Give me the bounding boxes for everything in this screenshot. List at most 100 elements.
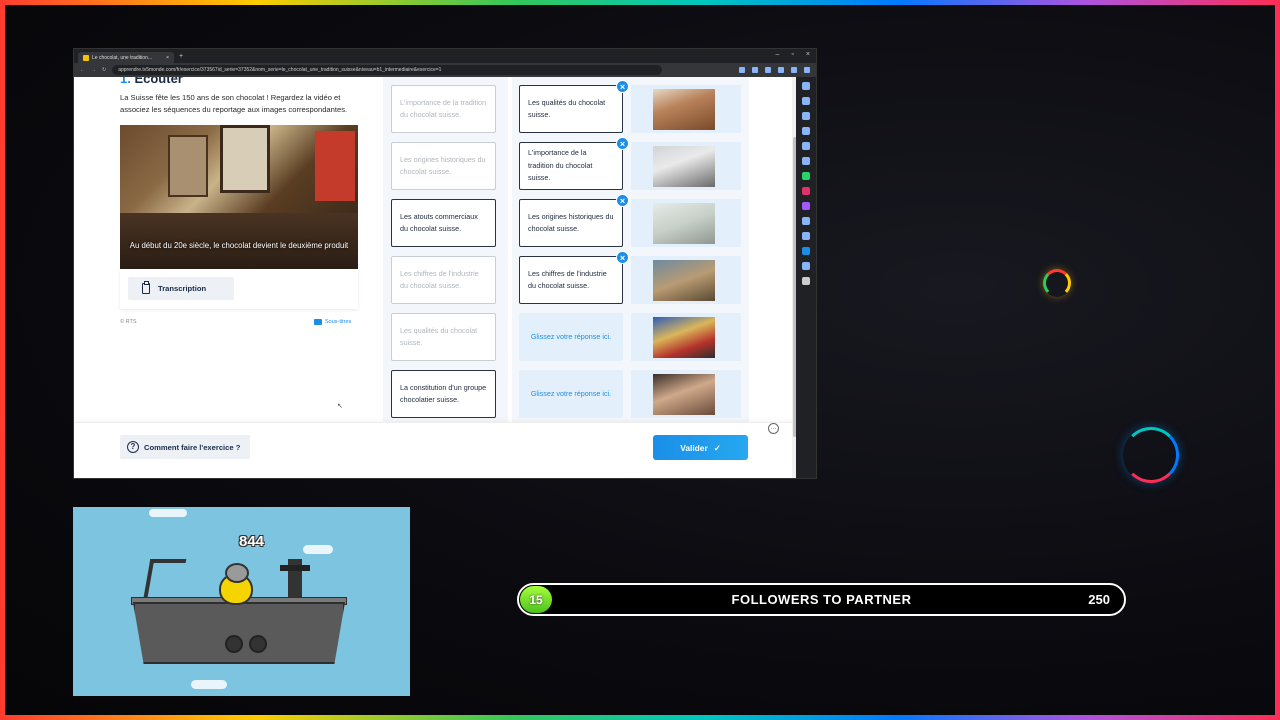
answer-text: Les origines historiques du chocolat sui… xyxy=(528,211,614,233)
answers-panel: Les qualités du chocolat suisse. × L'imp… xyxy=(512,77,749,422)
factory-interior-image xyxy=(653,203,715,244)
choice-text: Les origines historiques du chocolat sui… xyxy=(400,154,486,176)
back-icon[interactable]: ← xyxy=(80,67,85,73)
image-cell xyxy=(631,313,741,361)
address-bar: ← → ↻ apprendre.tv5monde.com/fr/exercice… xyxy=(74,63,816,77)
choice-card[interactable]: Les chiffres de l'industrie du chocolat … xyxy=(391,256,496,304)
tools-icon[interactable] xyxy=(802,142,810,150)
zoom-icon[interactable] xyxy=(752,67,758,73)
choice-card[interactable]: L'importance de la tradition du chocolat… xyxy=(391,85,496,133)
star-icon[interactable] xyxy=(765,67,771,73)
woman-interview-image xyxy=(653,374,715,415)
close-window-button[interactable]: × xyxy=(806,51,810,58)
image-cell xyxy=(631,370,741,418)
chart-icon[interactable] xyxy=(802,217,810,225)
choice-card[interactable]: La constitution d'un groupe chocolatier … xyxy=(391,370,496,418)
submit-button[interactable]: Valider ✓ xyxy=(653,435,748,460)
transcription-button[interactable]: Transcription xyxy=(128,277,234,300)
url-text: apprendre.tv5monde.com/fr/exercice/37356… xyxy=(118,67,442,73)
answer-slot[interactable]: Les chiffres de l'industrie du chocolat … xyxy=(519,251,629,304)
answer-slot[interactable]: Les origines historiques du chocolat sui… xyxy=(519,194,629,247)
answer-drop-zone[interactable]: Glissez votre réponse ici. xyxy=(519,370,623,418)
answer-slot[interactable]: L'importance de la tradition du chocolat… xyxy=(519,137,629,190)
decorative-ring xyxy=(1043,269,1071,297)
porthole xyxy=(249,635,267,653)
question-icon: ? xyxy=(127,441,139,453)
remove-answer-icon[interactable]: × xyxy=(616,137,629,150)
exercise-footer: ? Comment faire l'exercice ? Valider ✓ … xyxy=(74,422,798,478)
new-tab-button[interactable]: + xyxy=(179,53,183,60)
extension-icons xyxy=(739,67,810,73)
mouse-cursor-icon: ↖ xyxy=(337,403,343,410)
choice-text: Les qualités du chocolat suisse. xyxy=(400,325,478,347)
menu-icon[interactable] xyxy=(804,67,810,73)
exercise-intro: La Suisse fête les 150 ans de son chocol… xyxy=(120,93,348,114)
reading-list-icon[interactable] xyxy=(802,97,810,105)
remove-answer-icon[interactable]: × xyxy=(616,251,629,264)
subtitles-link[interactable]: Sous-titres xyxy=(314,319,351,325)
translate-icon[interactable] xyxy=(739,67,745,73)
choice-text: Les atouts commerciaux du chocolat suiss… xyxy=(400,211,478,233)
minimize-button[interactable]: – xyxy=(776,51,780,58)
reload-icon[interactable]: ↻ xyxy=(102,67,106,73)
tab-close-icon[interactable]: × xyxy=(166,55,169,61)
notes-icon[interactable] xyxy=(802,157,810,165)
video-player[interactable]: Au début du 20e siècle, le chocolat devi… xyxy=(120,125,358,269)
game-overlay: 844 xyxy=(73,507,410,696)
arrows-icon[interactable] xyxy=(802,247,810,255)
tab-bar: Le chocolat, une tradition... × + – ▫ × xyxy=(74,49,816,63)
shopping-icon[interactable] xyxy=(802,127,810,135)
choice-text: La constitution d'un groupe chocolatier … xyxy=(400,382,487,404)
help-button[interactable]: ? Comment faire l'exercice ? xyxy=(120,435,250,459)
cloud-shape xyxy=(191,680,227,689)
choice-card[interactable]: Les origines historiques du chocolat sui… xyxy=(391,142,496,190)
followers-label: FOLLOWERS TO PARTNER xyxy=(731,592,912,607)
check-icon: ✓ xyxy=(713,442,721,453)
cloud-shape xyxy=(303,545,333,554)
profile-icon[interactable] xyxy=(791,67,797,73)
video-caption: Au début du 20e siècle, le chocolat devi… xyxy=(129,241,349,250)
help-label: Comment faire l'exercice ? xyxy=(144,442,241,452)
video-scene-frame xyxy=(315,131,355,201)
answer-slot[interactable]: Les qualités du chocolat suisse. × xyxy=(519,80,629,133)
game-score: 844 xyxy=(239,533,265,550)
messenger-icon[interactable] xyxy=(802,202,810,210)
choice-card[interactable]: Les qualités du chocolat suisse. xyxy=(391,313,496,361)
forward-icon[interactable]: → xyxy=(91,67,96,73)
treadmill-icon xyxy=(143,559,187,597)
stream-background: Le chocolat, une tradition... × + – ▫ × … xyxy=(5,5,1275,715)
cloud-shape xyxy=(149,509,187,517)
instagram-icon[interactable] xyxy=(802,187,810,195)
image-cell xyxy=(631,85,741,133)
remove-answer-icon[interactable]: × xyxy=(616,194,629,207)
pages-icon[interactable] xyxy=(802,262,810,270)
add-icon[interactable] xyxy=(802,277,810,285)
choice-card[interactable]: Les atouts commerciaux du chocolat suiss… xyxy=(391,199,496,247)
ship-hull xyxy=(133,602,345,664)
browser-window: Le chocolat, une tradition... × + – ▫ × … xyxy=(73,48,817,479)
cube-icon[interactable] xyxy=(802,112,810,120)
answer-drop-zone[interactable]: Glissez votre réponse ici. xyxy=(519,313,623,361)
browser-sidebar xyxy=(796,77,816,478)
decorative-ring xyxy=(1123,427,1179,483)
cows-field-image xyxy=(653,260,715,301)
drop-zone-text: Glissez votre réponse ici. xyxy=(530,388,612,398)
remove-answer-icon[interactable]: × xyxy=(616,80,629,93)
followers-goal-bar: 15 FOLLOWERS TO PARTNER 250 xyxy=(517,583,1126,616)
url-field[interactable]: apprendre.tv5monde.com/fr/exercice/37356… xyxy=(112,65,663,75)
bookmark-icon[interactable] xyxy=(802,82,810,90)
image-cell xyxy=(631,256,741,304)
chat-icon[interactable]: … xyxy=(768,423,779,434)
extension-icon[interactable] xyxy=(778,67,784,73)
window-controls: – ▫ × xyxy=(776,51,810,58)
answer-text: Les chiffres de l'industrie du chocolat … xyxy=(528,268,607,290)
choice-text: Les chiffres de l'industrie du chocolat … xyxy=(400,268,479,290)
video-scene-frame xyxy=(168,135,208,197)
maximize-button[interactable]: ▫ xyxy=(791,51,793,58)
browser-tab[interactable]: Le chocolat, une tradition... × xyxy=(78,52,174,63)
tv5-favicon-icon xyxy=(83,54,89,61)
whatsapp-icon[interactable] xyxy=(802,172,810,180)
bell-icon[interactable] xyxy=(802,232,810,240)
image-cell xyxy=(631,142,741,190)
transcription-label: Transcription xyxy=(158,284,207,293)
